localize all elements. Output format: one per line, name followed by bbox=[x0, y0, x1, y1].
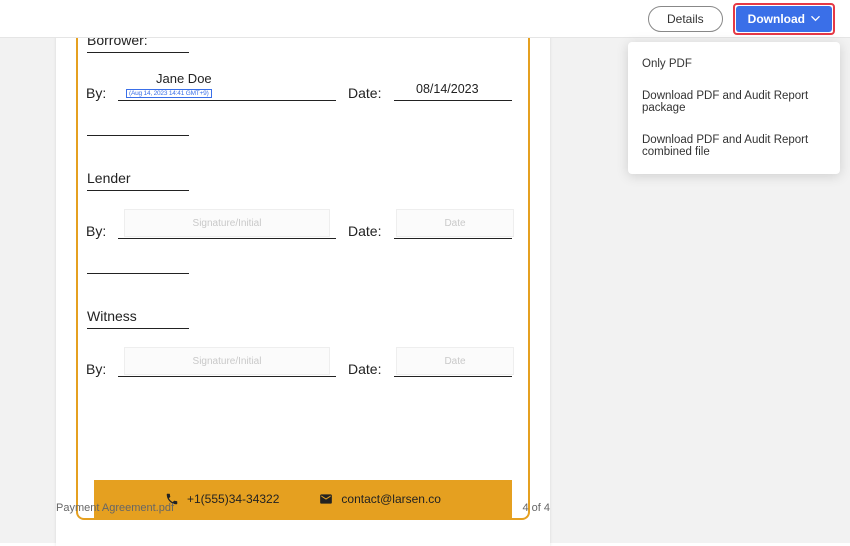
witness-row: By: Signature/Initial Date: Date bbox=[86, 345, 520, 377]
dropdown-item-pdf-audit-package[interactable]: Download PDF and Audit Report package bbox=[628, 80, 840, 124]
lender-signature-line[interactable]: Signature/Initial bbox=[118, 207, 336, 239]
download-button[interactable]: Download bbox=[736, 6, 832, 32]
date-label: Date: bbox=[348, 223, 384, 239]
details-button[interactable]: Details bbox=[648, 6, 723, 32]
download-dropdown: Only PDF Download PDF and Audit Report p… bbox=[628, 42, 840, 174]
download-button-label: Download bbox=[748, 12, 805, 26]
statusbar: Payment Agreement.pdf 4 of 4 bbox=[56, 502, 550, 520]
borrower-signature-line: Jane Doe (Aug 14, 2023 14:41 GMT+9) bbox=[118, 69, 336, 101]
borrower-date-value: 08/14/2023 bbox=[416, 82, 479, 96]
lender-date-placeholder[interactable]: Date bbox=[396, 209, 514, 237]
borrower-signed-name: Jane Doe bbox=[156, 71, 212, 86]
witness-signature-placeholder[interactable]: Signature/Initial bbox=[124, 347, 330, 375]
borrower-row: By: Jane Doe (Aug 14, 2023 14:41 GMT+9) … bbox=[86, 69, 520, 101]
witness-signature-line[interactable]: Signature/Initial bbox=[118, 345, 336, 377]
date-label: Date: bbox=[348, 361, 384, 377]
page-indicator: 4 of 4 bbox=[522, 502, 550, 520]
chevron-down-icon bbox=[811, 14, 820, 23]
filename: Payment Agreement.pdf bbox=[56, 502, 174, 520]
download-button-highlight: Download bbox=[733, 3, 835, 35]
witness-section: Witness By: Signature/Initial Date: Date bbox=[86, 308, 520, 377]
lender-section: Lender By: Signature/Initial Date: Date bbox=[86, 170, 520, 274]
lender-label: Lender bbox=[87, 170, 520, 186]
borrower-underline bbox=[87, 52, 189, 53]
lender-signature-placeholder[interactable]: Signature/Initial bbox=[124, 209, 330, 237]
borrower-section: Borrower: By: Jane Doe (Aug 14, 2023 14:… bbox=[86, 32, 520, 136]
document-content: Borrower: By: Jane Doe (Aug 14, 2023 14:… bbox=[76, 22, 530, 520]
topbar: Details Download bbox=[0, 0, 850, 38]
lender-date-line[interactable]: Date bbox=[394, 207, 512, 239]
borrower-signature-timestamp: (Aug 14, 2023 14:41 GMT+9) bbox=[126, 89, 212, 98]
witness-date-placeholder[interactable]: Date bbox=[396, 347, 514, 375]
witness-date-line[interactable]: Date bbox=[394, 345, 512, 377]
dropdown-item-pdf-audit-combined[interactable]: Download PDF and Audit Report combined f… bbox=[628, 124, 840, 168]
document-page: Borrower: By: Jane Doe (Aug 14, 2023 14:… bbox=[56, 8, 550, 546]
borrower-date-line: 08/14/2023 bbox=[394, 69, 512, 101]
lender-row: By: Signature/Initial Date: Date bbox=[86, 207, 520, 239]
by-label: By: bbox=[86, 223, 108, 239]
date-label: Date: bbox=[348, 85, 384, 101]
witness-underline bbox=[87, 328, 189, 329]
lender-underline2 bbox=[87, 273, 189, 274]
dropdown-item-only-pdf[interactable]: Only PDF bbox=[628, 48, 840, 80]
lender-underline bbox=[87, 190, 189, 191]
witness-label: Witness bbox=[87, 308, 520, 324]
borrower-underline2 bbox=[87, 135, 189, 136]
by-label: By: bbox=[86, 85, 108, 101]
by-label: By: bbox=[86, 361, 108, 377]
